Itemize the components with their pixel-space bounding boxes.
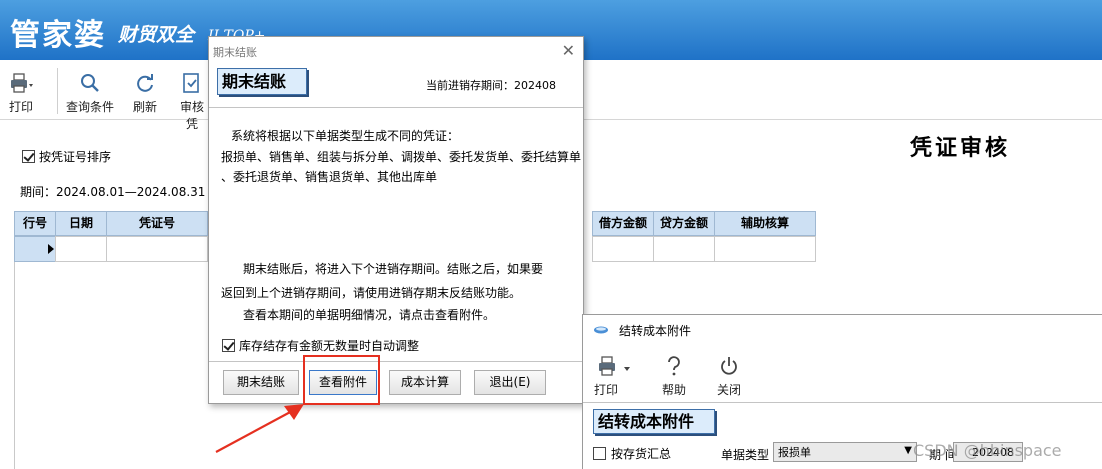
doc-type-select[interactable]: 报损单 ▼	[773, 442, 917, 462]
brand-subtitle: 财贸双全	[118, 24, 195, 46]
audit-document-icon	[183, 73, 199, 93]
auto-adjust-checkbox[interactable]: 库存结存有金额无数量时自动调整	[222, 337, 419, 354]
print-label: 打印	[8, 100, 33, 114]
row-selector[interactable]	[14, 236, 56, 262]
help-label: 帮助	[661, 383, 686, 397]
print-label: 打印	[593, 383, 618, 397]
close-label: 关闭	[716, 383, 741, 397]
dialog-heading: 期末结账	[217, 68, 307, 95]
close-icon[interactable]: ✕	[562, 41, 575, 60]
search-icon	[81, 74, 99, 92]
annotation-highlight-box	[303, 355, 380, 405]
current-period: 当前进销存期间：202408	[426, 79, 556, 92]
window-heading: 结转成本附件	[593, 409, 715, 434]
checkbox-box[interactable]	[222, 339, 235, 352]
exit-button[interactable]: 退出(E)	[474, 370, 546, 395]
brand-logo-text: 管家婆	[10, 18, 106, 53]
printer-icon	[11, 73, 33, 93]
help-icon	[668, 356, 680, 376]
doc-types-line-2: 、委托退货单、销售退货单、其他出库单	[221, 170, 438, 184]
column-header-voucher-no[interactable]: 凭证号	[106, 211, 208, 236]
print-button[interactable]: 打印	[591, 355, 637, 398]
period-end-close-dialog: 期末结账 ✕ 期末结账 当前进销存期间：202408 系统将根据以下单据类型生成…	[208, 36, 584, 404]
divider	[209, 107, 583, 108]
note-line-3: 查看本期间的单据明细情况，请点击查看附件。	[243, 308, 496, 322]
column-header-auxiliary[interactable]: 辅助核算	[714, 211, 816, 236]
close-button[interactable]: 关闭	[714, 355, 744, 398]
column-header-debit[interactable]: 借方金额	[592, 211, 654, 236]
window-title-bar: 结转成本附件	[583, 315, 1102, 345]
column-header-credit[interactable]: 贷方金额	[653, 211, 715, 236]
refresh-button[interactable]: 刷新	[130, 72, 160, 115]
dialog-title-bar: 期末结账	[209, 37, 583, 65]
table-border	[14, 262, 15, 469]
doc-type-value: 报损单	[778, 446, 811, 459]
checkbox-box[interactable]	[593, 447, 606, 460]
summary-by-inventory-label: 按存货汇总	[611, 447, 672, 461]
app-window-icon	[594, 326, 608, 334]
print-button[interactable]: 打印	[6, 72, 36, 115]
query-conditions-label: 查询条件	[65, 100, 114, 114]
checkbox-box[interactable]	[22, 150, 35, 163]
summary-by-inventory-checkbox[interactable]: 按存货汇总	[593, 445, 671, 462]
query-conditions-button[interactable]: 查询条件	[64, 72, 116, 115]
table-cell[interactable]	[714, 236, 816, 262]
toolbar-divider	[57, 68, 58, 114]
help-button[interactable]: 帮助	[659, 355, 689, 398]
watermark: CSDN @hbinspace	[913, 441, 1062, 460]
note-line-1: 期末结账后，将进入下个进销存期间。结账之后，如果要	[243, 262, 544, 276]
table-cell[interactable]	[106, 236, 208, 262]
auto-adjust-label: 库存结存有金额无数量时自动调整	[239, 339, 420, 353]
table-cell[interactable]	[653, 236, 715, 262]
table-cell[interactable]	[55, 236, 107, 262]
sort-by-voucher-checkbox[interactable]: 按凭证号排序	[22, 148, 111, 165]
period-range: 期间：2024.08.01—2024.08.31	[20, 185, 206, 199]
sort-by-voucher-label: 按凭证号排序	[39, 150, 112, 164]
intro-text: 系统将根据以下单据类型生成不同的凭证：	[231, 129, 460, 143]
note-line-2: 返回到上个进销存期间，请使用进销存期末反结账功能。	[221, 286, 522, 300]
annotation-arrow-icon	[215, 404, 304, 453]
page-title: 凭证审核	[910, 135, 1011, 161]
cost-calculation-button[interactable]: 成本计算	[389, 370, 461, 395]
printer-icon	[599, 356, 630, 376]
column-header-date[interactable]: 日期	[55, 211, 107, 236]
divider	[583, 402, 1102, 403]
refresh-label: 刷新	[132, 100, 157, 114]
power-icon	[721, 357, 737, 375]
doc-types-line-1: 报损单、销售单、组装与拆分单、调拨单、委托发货单、委托结算单	[221, 150, 582, 164]
window-title: 结转成本附件	[619, 323, 692, 338]
divider	[209, 361, 583, 362]
column-header-row-no[interactable]: 行号	[14, 211, 56, 236]
doc-type-label: 单据类型	[721, 448, 770, 462]
period-close-button[interactable]: 期末结账	[223, 370, 299, 395]
chevron-down-icon: ▼	[904, 445, 912, 456]
audit-label: 审核凭	[179, 100, 204, 131]
table-cell[interactable]	[592, 236, 654, 262]
dialog-window-title: 期末结账	[213, 46, 257, 59]
audit-button[interactable]: 审核凭	[175, 72, 209, 132]
refresh-icon	[137, 74, 153, 92]
